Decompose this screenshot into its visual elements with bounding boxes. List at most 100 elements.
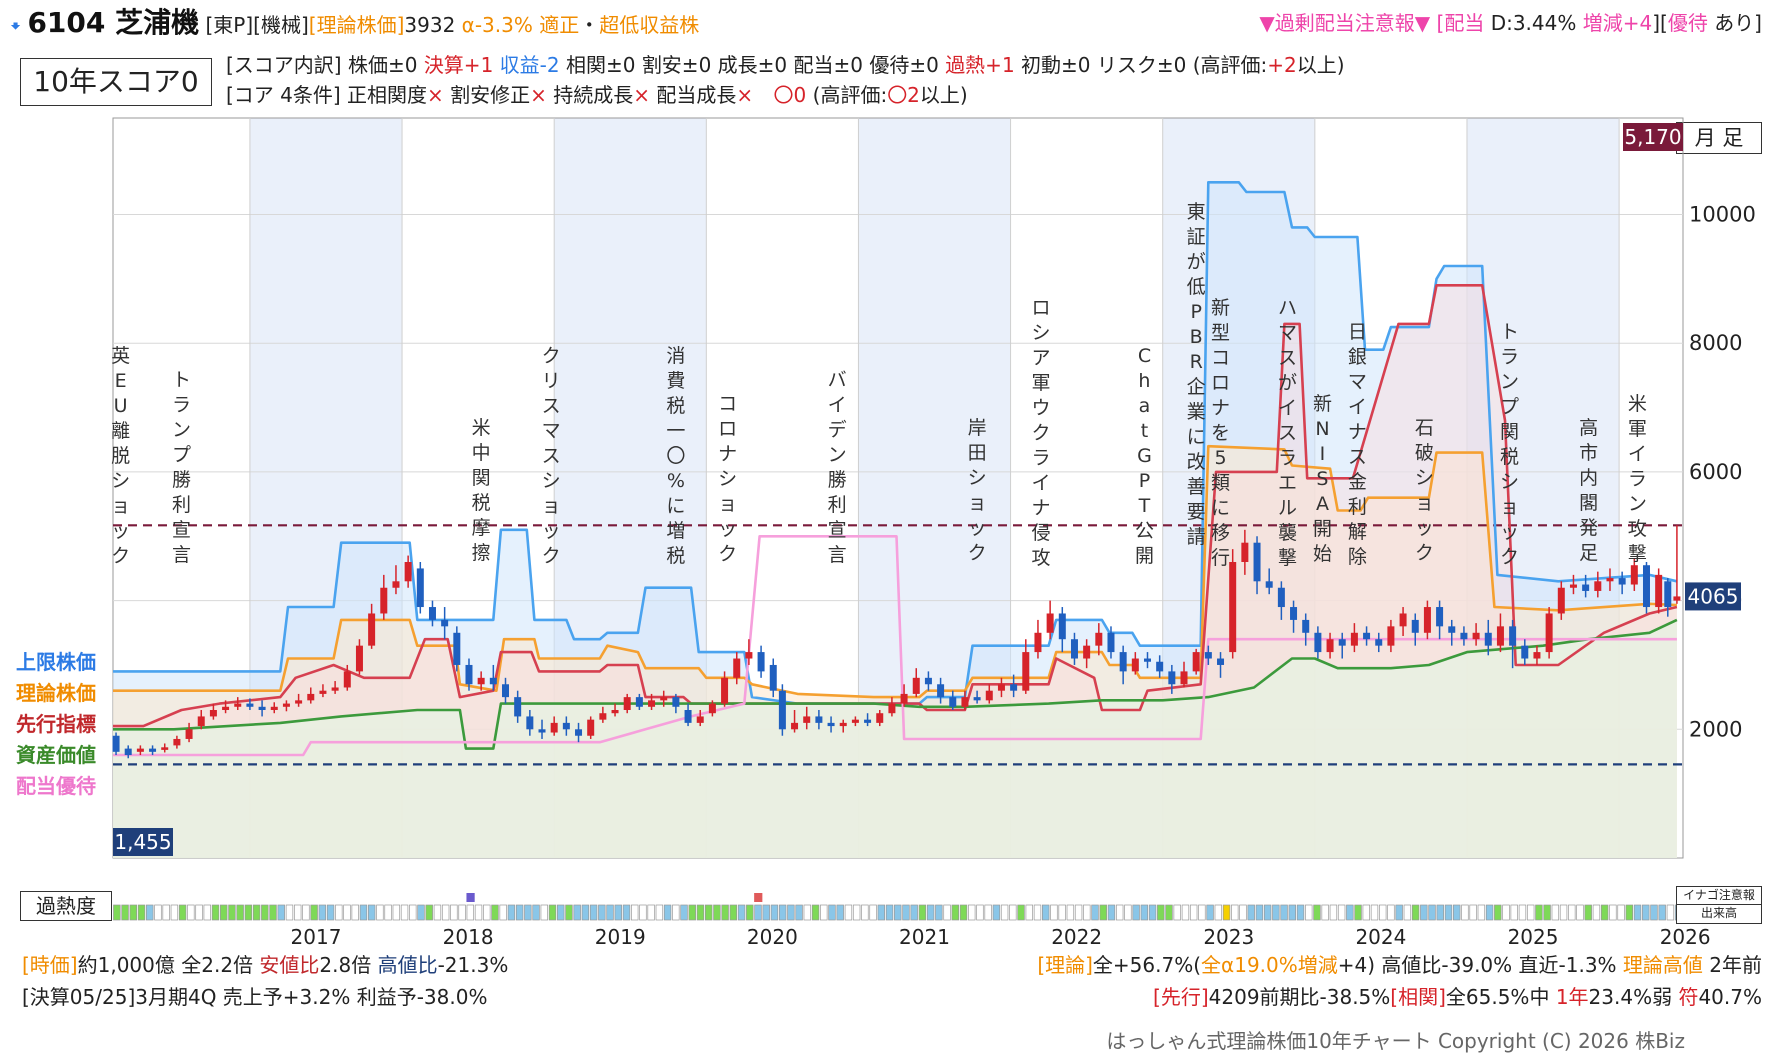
heat-cell — [1428, 904, 1436, 921]
event-char: 行 — [1211, 547, 1230, 569]
candle-body — [623, 697, 631, 710]
event-char: ハ — [1278, 297, 1297, 319]
heat-cell — [1066, 904, 1075, 921]
heat-cell — [211, 904, 220, 921]
event-char: マ — [1348, 371, 1367, 393]
heat-cell — [614, 904, 622, 921]
heat-cell — [450, 904, 458, 921]
candle-body — [246, 703, 254, 707]
candle-body — [973, 697, 981, 701]
event-char: S — [1316, 468, 1328, 490]
heat-cell — [1124, 904, 1132, 921]
heat-cell — [1436, 904, 1444, 921]
candle-body — [1168, 671, 1176, 685]
candle-body — [1618, 578, 1626, 585]
candle-body — [745, 652, 753, 659]
event-annotation: 消費税一〇%に増税 — [666, 345, 685, 567]
x-tick-label: 2020 — [747, 925, 798, 949]
heat-cell — [1362, 904, 1370, 921]
event-char: 関 — [1500, 421, 1519, 443]
candle — [587, 716, 595, 739]
heat-cell — [310, 904, 318, 921]
heat-cell — [1214, 904, 1223, 921]
heat-cell — [598, 904, 606, 921]
heat-cell — [1535, 904, 1543, 921]
heat-cell — [252, 904, 261, 921]
event-char: ク — [111, 545, 130, 567]
candle-body — [827, 722, 835, 727]
x-tick-label: 2024 — [1355, 925, 1406, 949]
event-char: 費 — [666, 370, 685, 392]
heat-cell — [515, 904, 524, 921]
event-char: シ — [1415, 467, 1434, 489]
candle-body — [708, 703, 716, 714]
candle-body — [502, 684, 509, 698]
heat-marker — [754, 893, 763, 902]
heat-cell — [1033, 904, 1042, 921]
heat-cell — [1206, 904, 1214, 921]
event-char: ル — [1278, 497, 1297, 519]
heat-cell — [951, 904, 959, 921]
heat-cell — [441, 904, 450, 921]
event-char: P — [1139, 470, 1150, 492]
event-char: 米 — [1628, 393, 1647, 415]
heat-cell — [811, 904, 820, 921]
heat-cell — [343, 904, 351, 921]
heat-cell — [1477, 904, 1486, 921]
event-char: % — [667, 470, 685, 492]
event-char: 増 — [666, 520, 685, 542]
event-char: P — [1190, 301, 1201, 323]
footer-segment: 高値比-39.0% — [1381, 953, 1519, 977]
heat-cell — [1157, 904, 1165, 921]
heat-cell — [113, 904, 121, 921]
heat-cell — [1000, 904, 1009, 921]
heat-cell — [589, 904, 598, 921]
heat-cell — [1666, 904, 1675, 921]
candle-body — [1131, 658, 1139, 672]
event-char: 消 — [666, 345, 685, 367]
candle — [1229, 549, 1237, 659]
heat-cell — [721, 904, 729, 921]
candle-body — [1642, 565, 1650, 608]
candle-body — [1472, 632, 1480, 640]
candle-body — [1557, 587, 1565, 614]
volume-toggle[interactable]: イナゴ注意報 出来高 — [1676, 886, 1762, 924]
heat-cell — [1420, 904, 1428, 921]
inago-warning-label: イナゴ注意報 — [1677, 887, 1761, 905]
heat-cell — [746, 904, 754, 921]
event-char: ス — [1278, 347, 1297, 369]
legend-item: 理論株価 — [16, 681, 96, 705]
heat-cell — [1231, 904, 1239, 921]
footer-segment: 全65.5%中 — [1445, 985, 1556, 1009]
event-char: ク — [1415, 542, 1434, 564]
candle-body — [1229, 562, 1237, 653]
legend-item: 上限株価 — [16, 650, 96, 674]
footer-segment: 高値比 — [377, 953, 438, 977]
event-char: 要 — [1187, 501, 1206, 523]
heat-cell — [680, 904, 688, 921]
heat-cell — [828, 904, 836, 921]
heat-cell — [861, 904, 869, 921]
event-char: リ — [542, 370, 561, 392]
footer-segment: 安値比 — [259, 953, 320, 977]
candle-body — [611, 710, 619, 714]
current-price-label: 4065 — [1688, 584, 1739, 608]
heat-cell — [1115, 904, 1124, 921]
heat-cell — [754, 904, 762, 921]
event-char: 市 — [1579, 442, 1598, 464]
candle-body — [1265, 581, 1273, 588]
heat-cell — [557, 904, 565, 921]
candle-body — [1290, 607, 1298, 620]
event-char: N — [1315, 418, 1329, 440]
heat-cell — [836, 904, 844, 921]
event-char: に — [1211, 497, 1230, 519]
x-tick-label: 2022 — [1051, 925, 1102, 949]
event-char: 宣 — [172, 519, 191, 541]
heat-cell — [154, 904, 162, 921]
heat-cell — [1017, 904, 1025, 921]
heat-cell — [647, 904, 655, 921]
heat-cell — [852, 904, 861, 921]
candle-body — [1046, 613, 1054, 633]
heat-cell — [277, 904, 285, 921]
candle-body — [1363, 632, 1371, 640]
